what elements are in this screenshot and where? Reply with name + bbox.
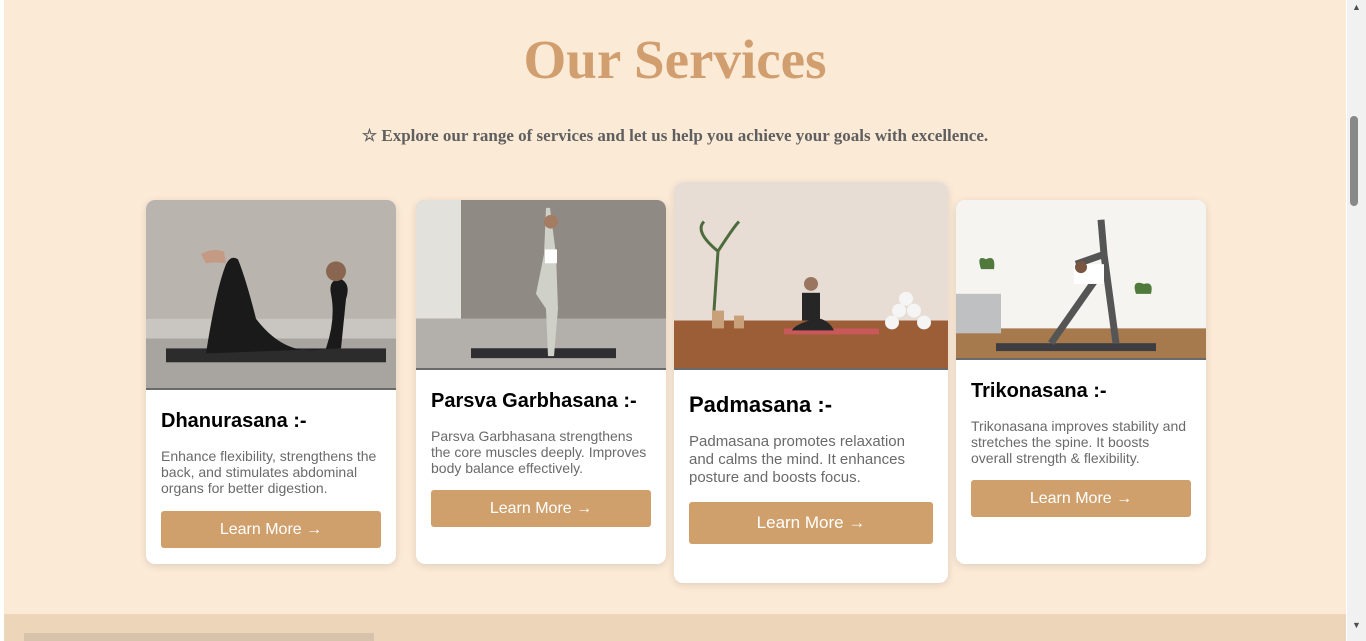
card-description: Enhance flexibility, strengthens the bac… <box>161 448 377 496</box>
service-card-trikonasana: Trikonasana :- Trikonasana improves stab… <box>956 200 1206 564</box>
card-description: Trikonasana improves stability and stret… <box>971 418 1187 466</box>
scroll-up-arrow-icon[interactable]: ▲ <box>1351 2 1362 13</box>
service-card-padmasana: Padmasana :- Padmasana promotes relaxati… <box>674 182 948 583</box>
card-title: Parsva Garbhasana :- <box>431 390 637 412</box>
scroll-down-arrow-icon[interactable]: ▼ <box>1351 620 1362 631</box>
learn-more-button[interactable]: Learn More → <box>431 490 651 527</box>
page-title: Our Services <box>523 29 827 90</box>
dhanurasana-image <box>146 200 396 390</box>
padmasana-image <box>674 182 948 370</box>
next-section-image <box>24 633 374 641</box>
card-title: Dhanurasana :- <box>161 410 307 432</box>
vertical-scrollbar[interactable]: ▲ ▼ <box>1347 0 1366 641</box>
learn-more-button[interactable]: Learn More → <box>689 502 933 544</box>
card-title: Padmasana :- <box>689 392 833 417</box>
card-description: Padmasana promotes relaxation and calms … <box>689 433 905 486</box>
page-subtitle: ☆ Explore our range of services and let … <box>361 126 989 145</box>
card-description: Parsva Garbhasana strengthens the core m… <box>431 428 647 476</box>
parsva-garbhasana-image <box>416 200 666 370</box>
services-page: Our Services ☆ Explore our range of serv… <box>4 0 1346 641</box>
service-card-dhanurasana: Dhanurasana :- Enhance flexibility, stre… <box>146 200 396 564</box>
scrollbar-thumb[interactable] <box>1350 116 1358 206</box>
trikonasana-image <box>956 200 1206 360</box>
learn-more-button[interactable]: Learn More → <box>161 511 381 548</box>
card-title: Trikonasana :- <box>971 380 1107 402</box>
service-card-parsva-garbhasana: Parsva Garbhasana :- Parsva Garbhasana s… <box>416 200 666 564</box>
learn-more-button[interactable]: Learn More → <box>971 480 1191 517</box>
